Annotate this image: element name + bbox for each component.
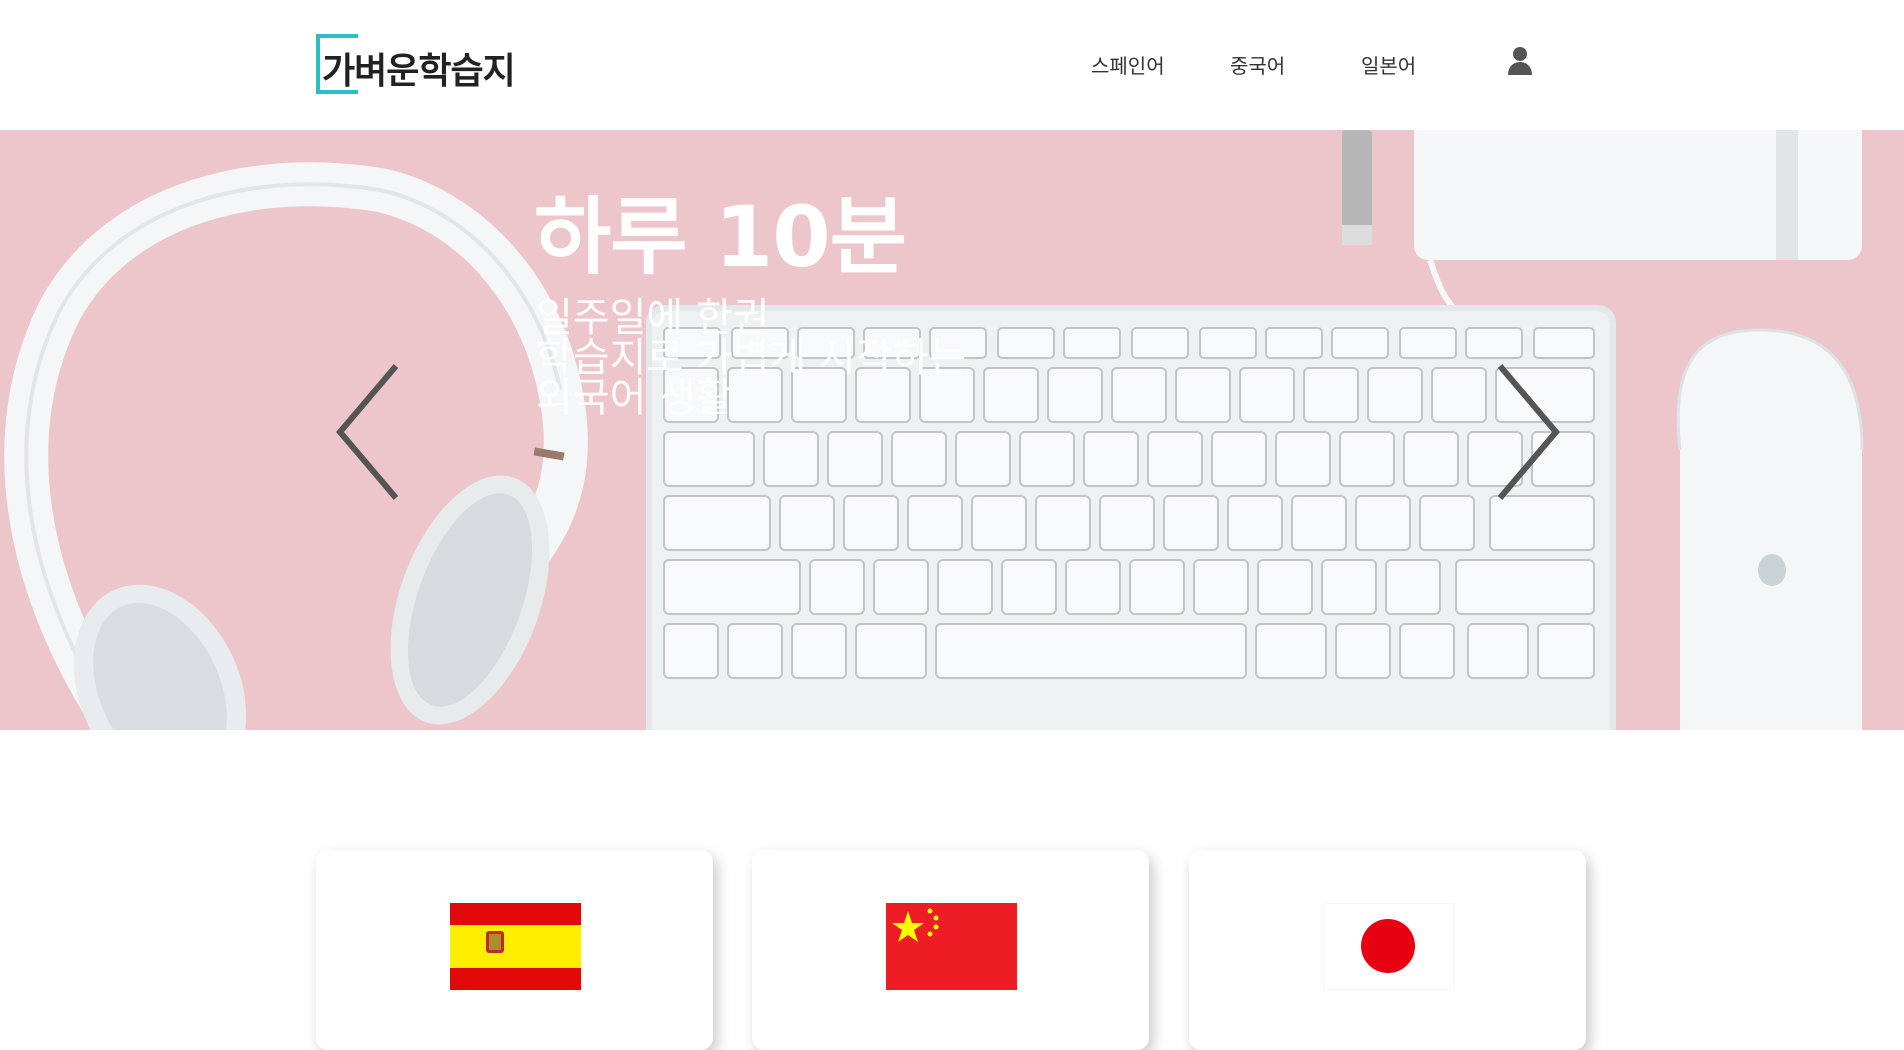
hero-subtitle-line-1: 일주일에 한권 [536, 295, 770, 341]
site-logo[interactable]: 가벼운학습지 [316, 34, 516, 96]
site-header: 가벼운학습지 스페인어 중국어 일본어 [0, 0, 1904, 130]
nav-spanish[interactable]: 스페인어 [1091, 50, 1165, 80]
logo-text: 가벼운학습지 [322, 51, 516, 92]
hero-background-image [0, 130, 1904, 730]
hero-subtitle: 일주일에 한권 학습지로 가볍게 시작하는 외국어 생활 [536, 298, 966, 418]
nav-chinese[interactable]: 중국어 [1230, 50, 1285, 80]
spanish-card[interactable] [316, 850, 713, 1050]
user-icon[interactable] [1506, 46, 1534, 76]
chinese-card[interactable] [752, 850, 1149, 1050]
nav-japanese[interactable]: 일본어 [1361, 50, 1416, 80]
hero-subtitle-line-3: 외국어 생활 [536, 375, 733, 421]
hero-banner: 하루 10분 일주일에 한권 학습지로 가볍게 시작하는 외국어 생활 [0, 130, 1904, 730]
hero-title: 하루 10분 [534, 188, 907, 286]
hero-subtitle-line-2: 학습지로 가볍게 시작하는 [536, 335, 967, 381]
japanese-card[interactable] [1189, 850, 1586, 1050]
chevron-right-icon[interactable] [1496, 362, 1566, 502]
chevron-left-icon[interactable] [330, 362, 400, 502]
